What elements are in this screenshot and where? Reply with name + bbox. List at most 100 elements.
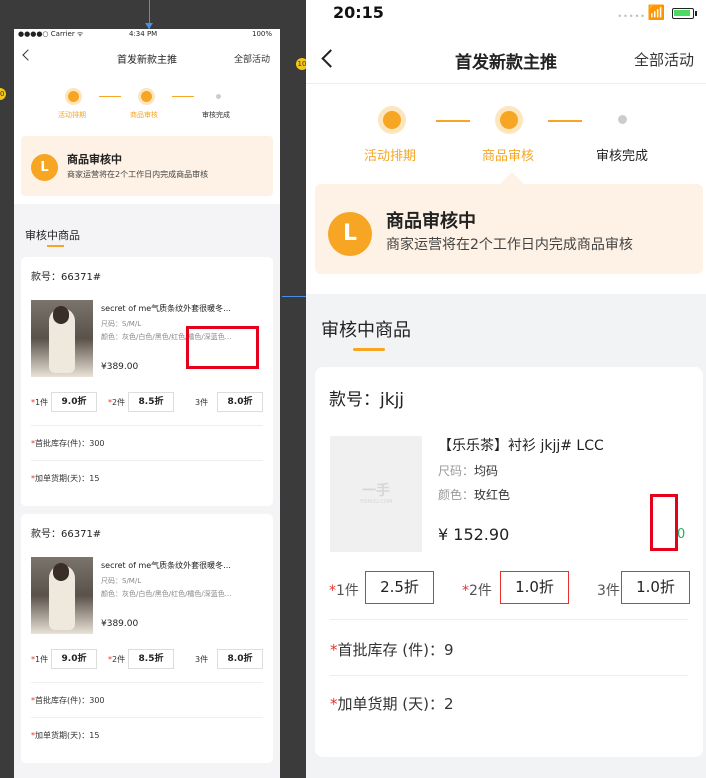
nav-bar: 首发新款主推 全部活动 <box>14 41 280 74</box>
divider <box>31 717 263 718</box>
step-label: 审核完成 <box>596 149 649 164</box>
banner-subtitle: 商家运营将在2个工作日内完成商品审核 <box>67 170 209 179</box>
all-activities-link[interactable]: 全部活动 <box>234 52 270 65</box>
status-bar: ●●●●○ Carrier ᯤ 4:34 PM 100% <box>14 29 280 41</box>
discount-input[interactable]: 2.5折 <box>365 571 434 604</box>
progress-steps: 活动排期 商品审核 审核完成 L 商品审核中 商家运营将在2个工作日内完成商品审… <box>306 84 706 294</box>
discount-label: 3件 <box>195 398 209 407</box>
all-activities-link[interactable]: 全部活动 <box>634 49 694 70</box>
stock-row: *首批库存(件)：300 <box>31 439 105 448</box>
discount-input[interactable]: 1.0折 <box>500 571 569 604</box>
lead-time-row: *加单货期 (天)：2 <box>330 695 454 713</box>
placeholder-logo-sub: YISHOU.COM <box>359 499 393 505</box>
product-title: 【乐乐茶】衬衫 jkjj# LCC <box>438 438 604 454</box>
discount-label: *1件 <box>31 398 49 407</box>
step-dot-done <box>383 111 401 129</box>
step-label: 商品审核 <box>130 111 158 119</box>
banner-subtitle: 商家运营将在2个工作日内完成商品审核 <box>386 237 633 253</box>
lead-time-row: *加单货期(天)：15 <box>31 731 100 740</box>
product-code: 款号：66371# <box>31 529 102 540</box>
left-phone-screen: ●●●●○ Carrier ᯤ 4:34 PM 100% 首发新款主推 全部活动… <box>14 29 280 778</box>
carrier-label: ●●●●○ Carrier ᯤ <box>18 30 84 38</box>
lead-time-row: *加单货期(天)：15 <box>31 474 100 483</box>
signal-icon: ••••• <box>617 12 646 21</box>
stock-row: *首批库存(件)：300 <box>31 696 105 705</box>
step-label: 活动排期 <box>58 111 86 119</box>
product-card[interactable]: 款号：jkjj 一手 YISHOU.COM 【乐乐茶】衬衫 jkjj# LCC … <box>315 367 703 757</box>
battery-icon <box>672 8 697 19</box>
step-dot-done <box>68 91 79 102</box>
review-banner: L 商品审核中 商家运营将在2个工作日内完成商品审核 <box>315 184 703 274</box>
highlight-box <box>650 494 678 551</box>
product-card[interactable]: 款号：66371# secret of me气质条纹外套很暖冬... 尺码：S/… <box>21 514 273 763</box>
banner-title: 商品审核中 <box>386 211 476 232</box>
product-size: 尺码：S/M/L <box>101 577 142 585</box>
status-time: 4:34 PM <box>129 30 158 38</box>
section-underline <box>353 348 385 351</box>
discount-input[interactable]: 8.0折 <box>217 649 263 669</box>
product-code: 款号：jkjj <box>329 390 405 410</box>
stock-row: *首批库存 (件)：9 <box>330 641 454 659</box>
step-connector <box>436 120 470 122</box>
review-banner: L 商品审核中 商家运营将在2个工作日内完成商品审核 <box>21 136 273 196</box>
step-label: 审核完成 <box>202 111 230 119</box>
banner-pointer <box>500 172 524 184</box>
product-price: ¥389.00 <box>101 362 139 372</box>
product-color: 颜色：灰色/白色/黑色/红色/橘色/深蓝色... <box>101 590 232 598</box>
step-connector <box>99 96 121 97</box>
progress-steps: 活动排期 商品审核 审核完成 L 商品审核中 商家运营将在2个工作日内完成商品审… <box>14 74 280 204</box>
step-connector <box>548 120 582 122</box>
discount-label: *2件 <box>108 398 126 407</box>
battery-label: 100% <box>251 30 272 38</box>
divider <box>31 682 263 683</box>
placeholder-logo: 一手 <box>362 483 390 499</box>
discount-input[interactable]: 1.0折 <box>621 571 690 604</box>
clock-icon: L <box>31 154 58 181</box>
discount-label: 3件 <box>597 583 620 599</box>
step-label: 活动排期 <box>364 149 417 164</box>
wifi-icon: 📶 <box>647 5 665 21</box>
product-code: 款号：66371# <box>31 272 102 283</box>
product-price: ¥389.00 <box>101 619 139 629</box>
discount-input[interactable]: 8.5折 <box>128 392 174 412</box>
guide-line <box>282 296 306 297</box>
step-dot-active <box>141 91 152 102</box>
product-photo <box>31 300 93 377</box>
product-thumbnail: 一手 YISHOU.COM <box>330 436 422 552</box>
step-dot-pending <box>618 115 627 124</box>
divider <box>31 460 263 461</box>
step-dot-active <box>500 111 518 129</box>
status-time: 20:15 <box>333 3 384 22</box>
section-title: 审核中商品 <box>321 320 411 341</box>
nav-bar: 首发新款主推 全部活动 <box>306 28 706 84</box>
product-size: 尺码：均码 <box>438 464 499 478</box>
discount-input[interactable]: 9.0折 <box>51 649 97 669</box>
status-bar: 20:15 ••••• 📶 <box>306 0 706 28</box>
divider <box>330 619 688 620</box>
discount-label: *1件 <box>31 655 49 664</box>
product-photo <box>31 557 93 634</box>
right-phone-screen: 20:15 ••••• 📶 首发新款主推 全部活动 活动排期 商品审核 审核完成… <box>306 0 706 778</box>
clock-icon: L <box>328 212 372 256</box>
banner-title: 商品审核中 <box>67 153 122 166</box>
divider <box>330 675 688 676</box>
highlight-box <box>186 326 259 369</box>
step-connector <box>172 96 194 97</box>
discount-input[interactable]: 9.0折 <box>51 392 97 412</box>
discount-input[interactable]: 8.5折 <box>128 649 174 669</box>
divider <box>31 425 263 426</box>
section-underline <box>47 245 64 247</box>
discount-label: *2件 <box>108 655 126 664</box>
product-size: 尺码：S/M/L <box>101 320 142 328</box>
annotation-marker: 10 <box>0 88 6 100</box>
discount-label: *1件 <box>329 583 359 599</box>
discount-input[interactable]: 8.0折 <box>217 392 263 412</box>
product-card[interactable]: 款号：66371# secret of me气质条纹外套很暖冬... 尺码：S/… <box>21 257 273 506</box>
count-badge: 0 <box>677 527 686 542</box>
product-price: ¥ 152.90 <box>438 525 510 544</box>
product-title: secret of me气质条纹外套很暖冬... <box>101 561 231 570</box>
product-color: 颜色：玫红色 <box>438 488 511 502</box>
step-label: 商品审核 <box>482 149 535 164</box>
discount-label: 3件 <box>195 655 209 664</box>
step-dot-pending <box>216 94 221 99</box>
